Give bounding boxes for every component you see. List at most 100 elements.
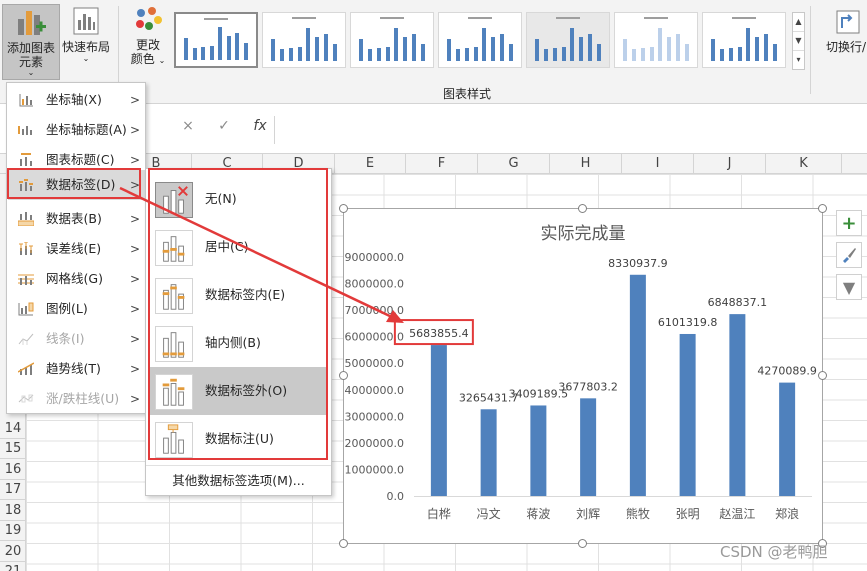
highlight-frame-data-labels: [7, 168, 141, 199]
function-icon[interactable]: fx: [242, 118, 278, 134]
chart-style-7[interactable]: [702, 12, 786, 68]
resize-handle[interactable]: [339, 539, 348, 548]
change-colors-label-1: 更改: [135, 38, 160, 52]
resize-handle[interactable]: [339, 204, 348, 213]
y-tick-label: 5000000.0: [345, 357, 405, 370]
column-header[interactable]: G: [478, 154, 550, 174]
ribbon-divider: [118, 6, 119, 94]
data-label: 8330937.9: [608, 257, 668, 270]
chart-elements-plus-icon[interactable]: +: [836, 210, 862, 236]
enter-icon[interactable]: ✓: [206, 118, 242, 134]
column-header[interactable]: K: [766, 154, 842, 174]
y-tick-label: 2000000.0: [345, 437, 405, 450]
axis-icon: [19, 94, 33, 107]
menu-item-trendline[interactable]: 趋势线(T) >: [8, 354, 145, 384]
bar: [480, 409, 497, 496]
y-tick-label: 7000000.0: [345, 304, 405, 317]
switch-row-column-button[interactable]: 切换行/: [826, 8, 867, 84]
trendline-icon: [18, 362, 34, 375]
chart-style-1[interactable]: [174, 12, 258, 68]
menu-item-label: 线条(I): [46, 331, 85, 346]
chart-style-gallery: [172, 12, 792, 70]
resize-handle[interactable]: [578, 539, 587, 548]
row-header[interactable]: 18: [0, 501, 26, 521]
menu-item-label: 坐标轴标题(A): [46, 122, 127, 137]
menu-item-axis-titles[interactable]: 坐标轴标题(A) >: [8, 115, 145, 145]
bar-chart[interactable]: 实际完成量 0.0 1000000.0 2000000.0 3000000.0 40000…: [344, 209, 822, 543]
column-header[interactable]: E: [335, 154, 406, 174]
row-header[interactable]: 15: [0, 439, 26, 459]
resize-handle[interactable]: [578, 204, 587, 213]
menu-item-axes[interactable]: 坐标轴(X) >: [8, 85, 145, 115]
x-tick-label: 熊牧: [626, 506, 650, 521]
quick-layout-label: 快速布局: [61, 40, 110, 54]
formula-input[interactable]: [274, 116, 867, 144]
gallery-scroll[interactable]: ▲ ▼ ▾: [792, 12, 805, 70]
scroll-up-icon[interactable]: ▲: [793, 13, 804, 32]
gallery-more-icon[interactable]: ▾: [793, 51, 804, 70]
chart-area[interactable]: 实际完成量 0.0 1000000.0 2000000.0 3000000.0 40000…: [343, 208, 823, 544]
switch-row-column-icon: [836, 10, 860, 34]
y-tick-label: 4000000.0: [345, 384, 405, 397]
chart-style-5[interactable]: [526, 12, 610, 68]
gridline-icon: [18, 274, 34, 285]
row-header[interactable]: 21: [0, 562, 26, 571]
chart-style-3[interactable]: [350, 12, 434, 68]
chart-filter-icon[interactable]: ▼: [836, 274, 862, 300]
lines-icon: [18, 333, 34, 345]
row-header[interactable]: 17: [0, 480, 26, 500]
chart-styles-brush-icon[interactable]: [836, 242, 862, 268]
change-colors-button[interactable]: 更改 颜色 ⌄: [124, 4, 172, 80]
chart-style-6[interactable]: [614, 12, 698, 68]
menu-item-label: 图例(L): [46, 301, 88, 316]
x-tick-label: 白桦: [427, 506, 451, 521]
chart-style-2[interactable]: [262, 12, 346, 68]
menu-item-data-table[interactable]: 数据表(B) >: [8, 204, 145, 234]
quick-layout-button[interactable]: 快速布局 ⌄: [60, 4, 112, 80]
menu-item-legend[interactable]: 图例(L) >: [8, 294, 145, 324]
cancel-icon[interactable]: ×: [170, 118, 206, 134]
resize-handle[interactable]: [339, 371, 348, 380]
resize-handle[interactable]: [818, 204, 827, 213]
switch-row-column-label: 切换行/: [826, 40, 867, 54]
data-label: 6101319.8: [658, 316, 718, 329]
chevron-down-icon: ⌄: [158, 56, 166, 65]
y-tick-label: 1000000.0: [345, 463, 405, 476]
resize-handle[interactable]: [818, 371, 827, 380]
column-header[interactable]: I: [622, 154, 694, 174]
chevron-right-icon: >: [130, 272, 141, 286]
add-chart-element-label-2: 元素: [18, 55, 43, 69]
row-header[interactable]: 20: [0, 542, 26, 562]
add-chart-element-label-1: 添加图表: [6, 41, 55, 55]
chart-style-4[interactable]: [438, 12, 522, 68]
menu-item-label: 趋势线(T): [46, 361, 101, 376]
menu-item-label: 网格线(G): [46, 271, 103, 286]
x-tick-label: 蒋波: [526, 507, 550, 521]
menu-item-error-bars[interactable]: 误差线(E) >: [8, 234, 145, 264]
chevron-right-icon: >: [130, 93, 141, 107]
chevron-right-icon: >: [130, 362, 141, 376]
column-header[interactable]: F: [406, 154, 478, 174]
y-tick-label: 3000000.0: [345, 410, 405, 423]
scroll-down-icon[interactable]: ▼: [793, 32, 804, 51]
data-label: 3677803.2: [558, 380, 618, 393]
row-header[interactable]: 16: [0, 460, 26, 480]
menu-item-lines: 线条(I) >: [8, 324, 145, 354]
menu-item-label: 数据表(B): [46, 211, 102, 226]
add-chart-element-button[interactable]: 添加图表 元素 ⌄: [2, 4, 60, 80]
row-header[interactable]: 14: [0, 419, 26, 439]
menu-item-label: 涨/跌柱线(U): [46, 391, 120, 406]
chevron-right-icon: >: [130, 242, 141, 256]
bar: [629, 274, 646, 496]
change-colors-label-2: 颜色: [130, 52, 155, 66]
chart-side-tools: + ▼: [836, 210, 862, 306]
column-header[interactable]: H: [550, 154, 622, 174]
row-header[interactable]: 19: [0, 521, 26, 541]
column-header[interactable]: J: [694, 154, 766, 174]
chevron-down-icon: ⌄: [27, 68, 35, 77]
bar: [679, 333, 696, 496]
menu-item-gridlines[interactable]: 网格线(G) >: [8, 264, 145, 294]
chevron-right-icon: >: [130, 123, 141, 137]
y-tick-label: 9000000.0: [345, 251, 405, 264]
more-data-label-options[interactable]: 其他数据标签选项(M)...: [146, 465, 331, 495]
